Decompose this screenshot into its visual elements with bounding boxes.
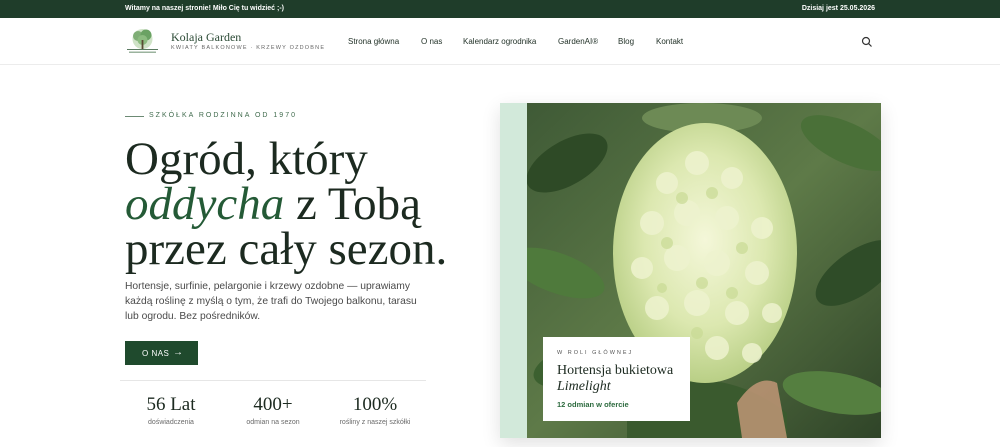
eyebrow-divider [125,116,144,117]
stat-value: 56 Lat [146,394,196,415]
stat-years: 56 Lat doświadczenia [121,394,221,426]
featured-plant-card[interactable]: W ROLI GŁÓWNEJ Hortensja bukietowa Limel… [543,337,690,421]
top-bar: Witamy na naszej stronie! Miło Cię tu wi… [0,0,1000,18]
nav-home[interactable]: Strona główna [348,37,399,46]
tree-logo-icon[interactable] [125,27,160,56]
stat-value: 100% [352,394,398,415]
nav-calendar[interactable]: Kalendarz ogrodnika [463,37,536,46]
hero-lead: Hortensje, surfinie, pelargonie i krzewy… [125,281,417,322]
nav-contact[interactable]: Kontakt [656,37,683,46]
card-subtitle: Limelight [557,379,611,394]
stat-own-nursery: 100% rośliny z naszej szkółki [325,394,425,426]
hero-title-line-1: Ogród, który [125,133,368,185]
card-eyebrow: W ROLI GŁÓWNEJ [557,350,634,356]
brand-name[interactable]: Kolaja Garden [171,30,241,45]
stat-label: rośliny z naszej szkółki [339,419,411,426]
brand-tagline: KWIATY BALKONOWE · KRZEWY OZDOBNE [171,45,326,51]
current-date: Dzisiaj jest 25.05.2026 [801,5,875,12]
hero-title-line-3: przez cały sezon. [125,223,448,275]
hero-title-line-2: oddycha z Tobą [125,181,421,228]
stat-varieties: 400+ odmian na sezon [223,394,323,426]
stat-value: 400+ [253,394,293,415]
stat-label: doświadczenia [148,419,194,426]
about-cta-button[interactable]: O NAS → [125,341,198,365]
search-icon[interactable] [861,36,873,48]
stats-divider [120,380,426,381]
nav-blog[interactable]: Blog [618,37,634,46]
nav-about[interactable]: O nas [421,37,442,46]
site-header: Kolaja Garden KWIATY BALKONOWE · KRZEWY … [0,18,1000,65]
about-cta-label: O NAS [142,349,170,358]
stat-label: odmian na sezon [246,419,300,426]
nav-gardenai[interactable]: GardenAI® [558,37,598,46]
card-title: Hortensja bukietowa [557,363,674,378]
arrow-right-icon: → [173,347,184,358]
welcome-message: Witamy na naszej stronie! Miło Cię tu wi… [125,5,285,12]
hero-eyebrow: SZKÓŁKA RODZINNA OD 1970 [149,112,297,119]
card-variety-count: 12 odmian w ofercie [557,400,629,409]
